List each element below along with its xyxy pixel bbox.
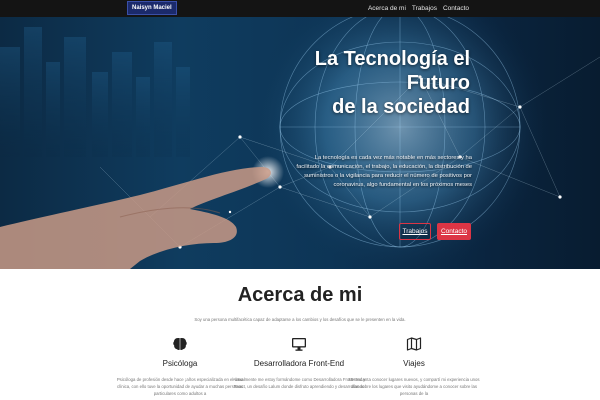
- hero-title-line2: Futuro: [406, 72, 470, 94]
- hero-title: La Tecnología el Futuro de la sociedad: [240, 47, 470, 119]
- contact-button[interactable]: Contacto: [437, 223, 471, 240]
- feature-text: Me encanta conocer lugares nuevos, y com…: [348, 377, 480, 396]
- about-title: Acerca de mi: [237, 284, 363, 306]
- feature-travel: Viajes Me encanta conocer lugares nuevos…: [339, 336, 489, 397]
- map-icon: [406, 337, 422, 351]
- hero-title-line1: La Tecnología el: [314, 48, 470, 70]
- nav-links: Acerca de mi Trabajos Contacto: [368, 0, 469, 17]
- works-button[interactable]: Trabajos: [399, 223, 431, 240]
- brain-icon: [173, 338, 187, 351]
- hero-title-line3: de la sociedad: [332, 96, 470, 118]
- about-subtitle: Soy una persona multifacética capaz de a…: [194, 317, 406, 322]
- feature-title: Viajes: [403, 359, 425, 368]
- nav-link-about[interactable]: Acerca de mi: [368, 5, 406, 12]
- hero-section: La Tecnología el Futuro de la sociedad L…: [0, 17, 600, 269]
- navbar: Naisyn Maciel Acerca de mi Trabajos Cont…: [0, 0, 600, 17]
- nav-link-works[interactable]: Trabajos: [412, 5, 437, 12]
- nav-link-contact[interactable]: Contacto: [443, 5, 469, 12]
- brand-logo[interactable]: Naisyn Maciel: [127, 1, 177, 15]
- monitor-icon: [292, 338, 306, 351]
- hero-description: La tecnología es cada vez más notable en…: [296, 155, 472, 188]
